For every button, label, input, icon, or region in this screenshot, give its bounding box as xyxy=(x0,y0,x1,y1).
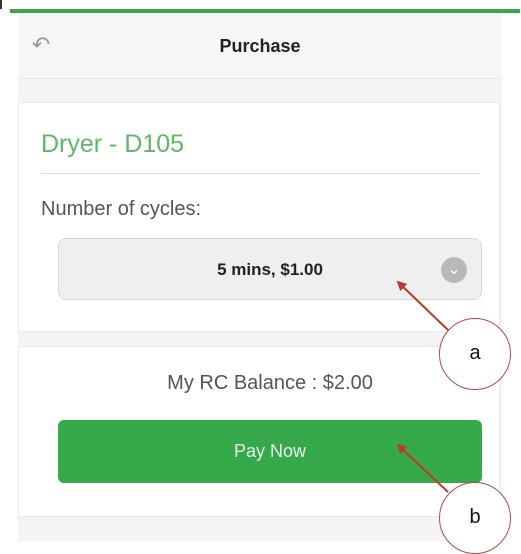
cycles-label: Number of cycles: xyxy=(41,198,202,220)
edge-mark xyxy=(0,0,2,9)
top-accent-bar xyxy=(10,9,520,13)
back-arrow-icon[interactable]: ↶ xyxy=(28,32,54,58)
cycles-select-value: 5 mins, $1.00 xyxy=(217,260,323,279)
balance-text: My RC Balance : $2.00 xyxy=(167,372,373,394)
app-header: Purchase ↶ xyxy=(18,14,502,79)
divider xyxy=(41,173,480,174)
pay-now-button[interactable]: Pay Now xyxy=(58,420,482,483)
annotation-callout-a: a xyxy=(439,318,511,390)
page-title: Purchase xyxy=(219,36,301,56)
machine-name: Dryer - D105 xyxy=(41,130,185,158)
chevron-down-circle-icon: ⌄ xyxy=(441,257,467,283)
annotation-callout-b: b xyxy=(439,482,511,554)
cycles-select[interactable]: 5 mins, $1.00 ⌄ xyxy=(58,238,482,300)
